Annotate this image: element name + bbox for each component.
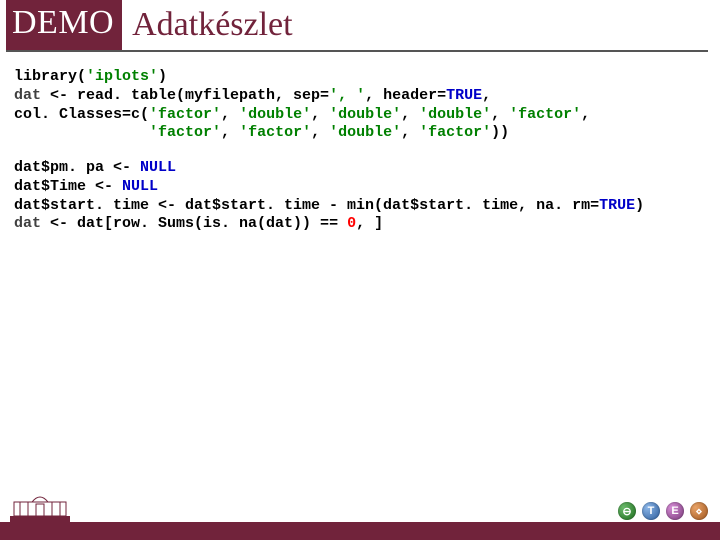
footer-icons: ⊖ T E ⋄ [618, 502, 708, 520]
university-logo [10, 492, 70, 522]
code-block: library('iplots')dat <- read. table(myfi… [0, 52, 720, 234]
code-line: col. Classes=c('factor', 'double', 'doub… [14, 106, 706, 125]
footer-icon: T [642, 502, 660, 520]
demo-badge: DEMO [6, 0, 122, 50]
footer-icon: ⊖ [618, 502, 636, 520]
code-line: dat$Time <- NULL [14, 178, 706, 197]
code-line: 'factor', 'factor', 'double', 'factor')) [14, 124, 706, 143]
code-line: dat$pm. pa <- NULL [14, 159, 706, 178]
code-line: library('iplots') [14, 68, 706, 87]
page-title: Adatkészlet [122, 0, 293, 50]
code-line: dat <- dat[row. Sums(is. na(dat)) == 0, … [14, 215, 706, 234]
footer-bar [0, 522, 720, 540]
slide: DEMO Adatkészlet library('iplots')dat <-… [0, 0, 720, 540]
code-line: dat <- read. table(myfilepath, sep=', ',… [14, 87, 706, 106]
title-row: DEMO Adatkészlet [6, 0, 708, 52]
footer-icon: ⋄ [690, 502, 708, 520]
code-line: dat$start. time <- dat$start. time - min… [14, 197, 706, 216]
footer-icon: E [666, 502, 684, 520]
